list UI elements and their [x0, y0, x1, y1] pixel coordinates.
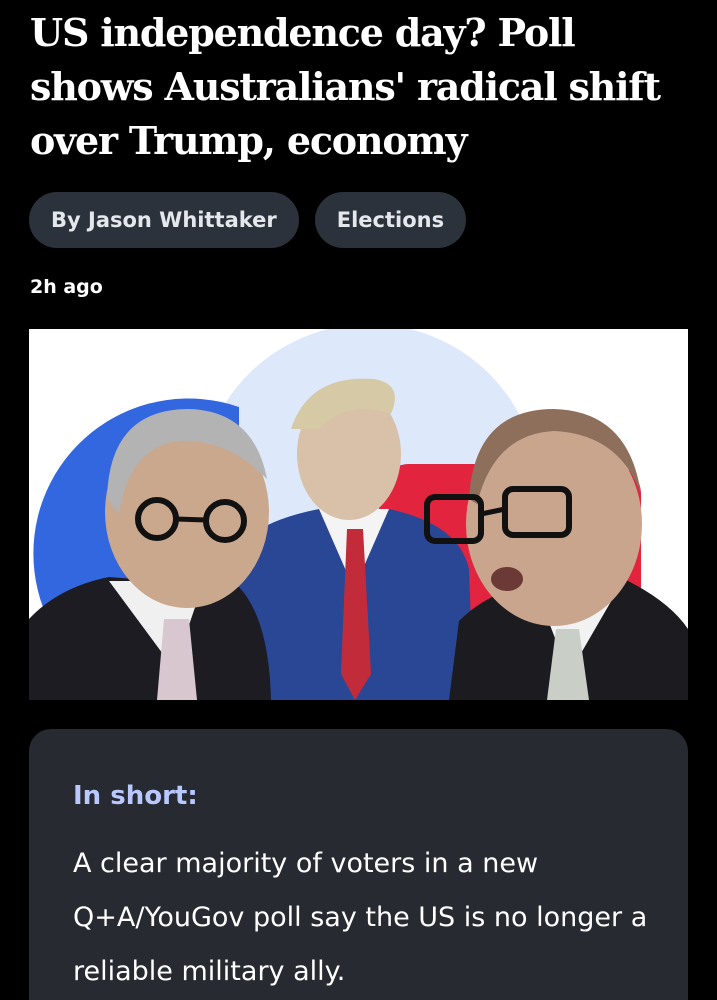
- topic-chip-elections[interactable]: Elections: [314, 192, 467, 248]
- summary-text: A clear majority of voters in a new Q+A/…: [73, 848, 648, 987]
- article-headline: US independence day? Poll shows Australi…: [30, 10, 661, 163]
- hero-image[interactable]: [29, 329, 688, 700]
- summary-heading: In short:: [73, 781, 198, 811]
- summary-card: In short: A clear majority of voters in …: [29, 729, 688, 1000]
- left-glasses-bridge: [175, 516, 207, 523]
- publish-time: 2h ago: [30, 276, 103, 298]
- article-tags: By Jason Whittaker Elections: [29, 192, 467, 248]
- byline-chip[interactable]: By Jason Whittaker: [29, 192, 299, 248]
- right-mouth: [491, 567, 523, 591]
- hero-illustration: [29, 329, 688, 700]
